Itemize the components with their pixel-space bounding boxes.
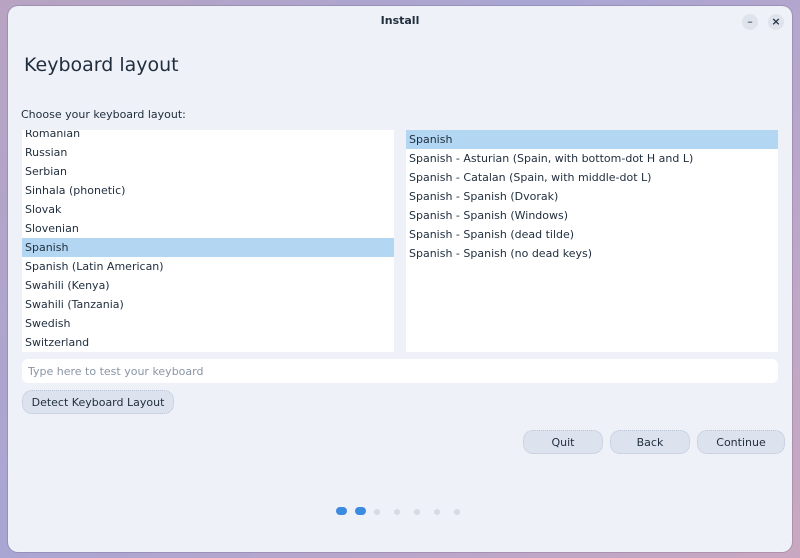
step-dot — [394, 509, 400, 515]
window-title: Install — [380, 14, 420, 27]
layout-list-item[interactable]: Swahili (Kenya) — [22, 276, 394, 295]
variant-list-item[interactable]: Spanish - Spanish (Windows) — [406, 206, 778, 225]
close-icon[interactable]: × — [768, 14, 784, 30]
layout-list-item[interactable]: Slovak — [22, 200, 394, 219]
layout-list-items: Romanian Russian Serbian Sinhala (phonetic)… — [22, 130, 394, 352]
continue-button[interactable]: Continue — [697, 430, 785, 454]
back-button[interactable]: Back — [610, 430, 690, 454]
installer-window: Install – × Keyboard layout Choose your … — [8, 6, 792, 552]
layout-list-item[interactable]: Russian — [22, 143, 394, 162]
layout-list-item[interactable]: Spanish (Latin American) — [22, 257, 394, 276]
variant-list-item[interactable]: Spanish - Catalan (Spain, with middle-do… — [406, 168, 778, 187]
variant-list-item[interactable]: Spanish - Asturian (Spain, with bottom-d… — [406, 149, 778, 168]
choose-layout-label: Choose your keyboard layout: — [21, 108, 186, 121]
layout-list-item[interactable]: Spanish — [22, 238, 394, 257]
step-dot — [336, 507, 347, 515]
step-dot — [374, 509, 380, 515]
layout-list-item[interactable]: Serbian — [22, 162, 394, 181]
variant-list-item[interactable]: Spanish — [406, 130, 778, 149]
page-title: Keyboard layout — [24, 54, 179, 76]
variant-list-item[interactable]: Spanish - Spanish (dead tilde) — [406, 225, 778, 244]
layout-list-item[interactable]: Romanian — [22, 130, 394, 143]
quit-button[interactable]: Quit — [523, 430, 603, 454]
variant-list-item[interactable]: Spanish - Spanish (Dvorak) — [406, 187, 778, 206]
variant-list-items: Spanish Spanish - Asturian (Spain, with b… — [406, 130, 778, 263]
variant-list[interactable]: Spanish Spanish - Asturian (Spain, with b… — [406, 130, 778, 352]
keyboard-test-input[interactable] — [22, 359, 778, 383]
layout-list-item[interactable]: Sinhala (phonetic) — [22, 181, 394, 200]
variant-list-item[interactable]: Spanish - Spanish (no dead keys) — [406, 244, 778, 263]
step-dot — [355, 507, 366, 515]
layout-list[interactable]: Romanian Russian Serbian Sinhala (phonetic)… — [22, 130, 394, 352]
step-dot — [454, 509, 460, 515]
layout-list-item[interactable]: Swahili (Tanzania) — [22, 295, 394, 314]
layout-list-item[interactable]: Slovenian — [22, 219, 394, 238]
step-dot — [414, 509, 420, 515]
layout-list-item[interactable]: Swedish — [22, 314, 394, 333]
minimize-icon[interactable]: – — [742, 14, 758, 30]
layout-list-item[interactable]: Switzerland — [22, 333, 394, 352]
step-dot — [434, 509, 440, 515]
detect-keyboard-layout-button[interactable]: Detect Keyboard Layout — [22, 390, 174, 414]
